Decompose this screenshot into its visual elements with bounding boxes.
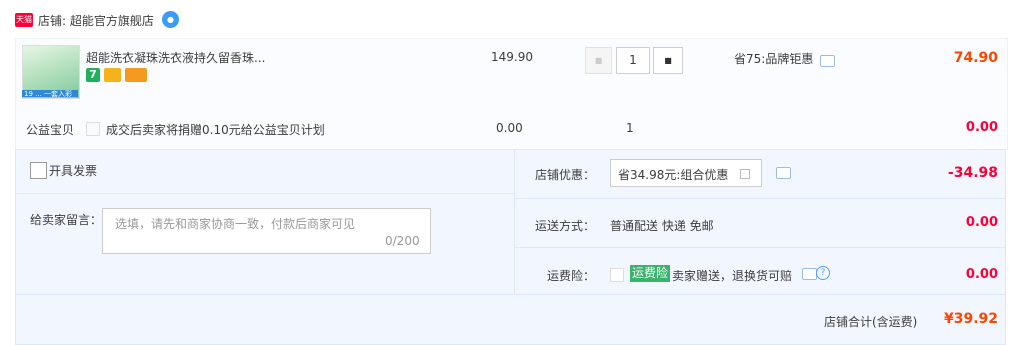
- charity-text: 成交后卖家将捐赠0.10元给公益宝贝计划: [106, 123, 325, 137]
- seven-day-return-icon[interactable]: 7: [86, 68, 100, 82]
- qty-increase-button[interactable]: ■: [653, 47, 683, 74]
- product-title[interactable]: 超能洗衣凝珠洗衣液持久留香珠...: [86, 49, 265, 66]
- tmall-logo-icon: 天猫: [15, 13, 33, 27]
- message-icon[interactable]: [776, 167, 791, 179]
- insurance-label: 运费险：: [547, 269, 596, 283]
- message-icon[interactable]: [802, 268, 817, 280]
- divider: [15, 294, 1006, 295]
- quantity-input[interactable]: 1: [616, 47, 650, 74]
- insurance-text: 卖家赠送，退换货可赔: [672, 269, 793, 283]
- insurance-icon: [610, 268, 624, 282]
- dropdown-icon: [740, 169, 750, 179]
- store-total-amount: ¥39.92: [943, 311, 998, 327]
- invoice-checkbox[interactable]: [30, 162, 47, 179]
- divider: [15, 193, 514, 194]
- store-name[interactable]: 店铺: 超能官方旗舰店: [38, 12, 154, 29]
- remark-placeholder: 选填，请先和商家协商一致，付款后商家可见: [115, 217, 356, 231]
- qty-decrease-button[interactable]: ■: [585, 47, 612, 74]
- card-icon[interactable]: [125, 68, 147, 82]
- charity-qty: 1: [626, 121, 634, 135]
- insurance-tag: 运费险: [630, 265, 671, 282]
- shipping-method: 普通配送 快递 免邮: [610, 219, 714, 233]
- help-icon[interactable]: ?: [816, 266, 830, 280]
- item-total: 74.90: [953, 50, 998, 66]
- discount-amount: -34.98: [947, 165, 998, 181]
- discount-label: 店铺优惠：: [535, 168, 596, 182]
- shipping-label: 运送方式：: [535, 219, 596, 233]
- divider: [514, 149, 515, 294]
- invoice-label[interactable]: 开具发票: [49, 162, 97, 179]
- discount-selected-value: 省34.98元:组合优惠: [618, 168, 729, 182]
- remark-label: 给卖家留言：: [30, 213, 103, 227]
- gift-icon[interactable]: [104, 68, 121, 82]
- chat-bubble-icon[interactable]: ●: [162, 11, 179, 28]
- store-total-label: 店铺合计(含运费): [824, 315, 918, 329]
- charity-label: 公益宝贝: [26, 123, 75, 137]
- insurance-amount: 0.00: [965, 267, 998, 282]
- thumbnail-tag: 19 ... 一套入彩: [24, 90, 73, 98]
- remark-char-count: 0/200: [385, 234, 420, 248]
- shipping-amount: 0.00: [965, 215, 998, 230]
- charity-price: 0.00: [496, 121, 523, 135]
- promo-text: 省75:品牌钜惠: [734, 52, 814, 66]
- message-icon[interactable]: [820, 55, 835, 67]
- divider: [514, 247, 1006, 248]
- charity-total: 0.00: [965, 120, 998, 135]
- charity-icon: [86, 122, 100, 136]
- divider: [514, 198, 1006, 199]
- unit-price: 149.90: [491, 50, 533, 64]
